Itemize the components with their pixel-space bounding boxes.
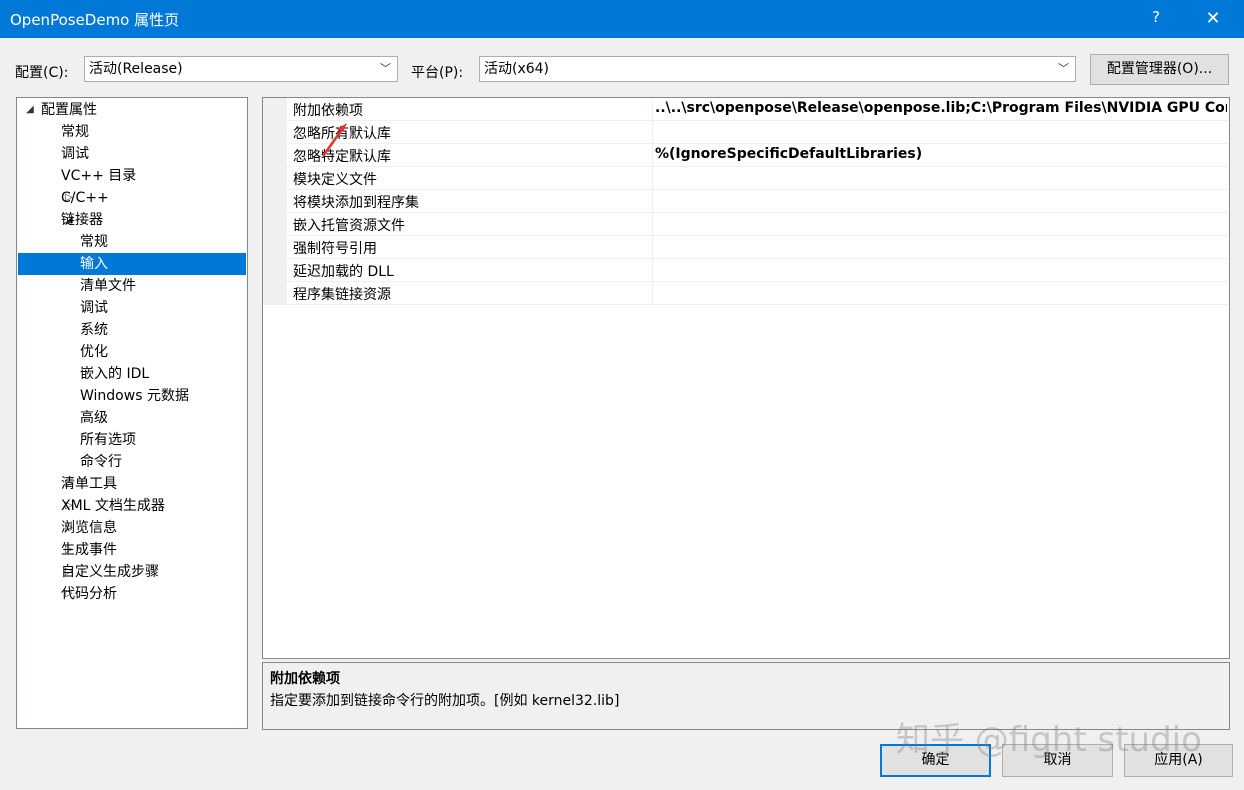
property-name: 将模块添加到程序集 <box>293 195 419 211</box>
grid-gutter <box>263 98 287 305</box>
tree-item[interactable]: 调试 <box>18 297 246 319</box>
tree-item[interactable]: 调试 <box>18 143 246 165</box>
tree-item[interactable]: 高级 <box>18 407 246 429</box>
tree-item[interactable]: 输入 <box>18 253 246 275</box>
platform-dropdown[interactable]: 活动(x64) ﹀ <box>479 56 1076 82</box>
tree-item-label: 代码分析 <box>61 586 117 602</box>
property-name: 程序集链接资源 <box>293 287 391 303</box>
tree-item-label: 生成事件 <box>61 542 117 558</box>
tree-item[interactable]: Windows 元数据 <box>18 385 246 407</box>
chevron-down-icon: ﹀ <box>380 62 391 75</box>
collapse-arrow-icon[interactable]: ◢ <box>24 99 36 121</box>
annotation-arrow-icon <box>321 123 347 157</box>
property-row[interactable]: 模块定义文件 <box>287 167 1229 190</box>
tree-item-label: 输入 <box>80 256 108 272</box>
tree-item-label: 常规 <box>61 124 89 140</box>
property-row[interactable]: 附加依赖项 ..\..\src\openpose\Release\openpose… <box>287 98 1229 121</box>
property-tree[interactable]: ◢ 配置属性 常规 调试 VC++ 目录 ▷ C/C++ ◢ 链接器 常规 输入 清单文件 调试 系统 优化… <box>16 97 248 729</box>
tree-item[interactable]: ▷ 生成事件 <box>18 539 246 561</box>
tree-item-label: Windows 元数据 <box>80 388 189 404</box>
tree-item[interactable]: ▷ 代码分析 <box>18 583 246 605</box>
property-row[interactable]: 忽略所有默认库 <box>287 121 1229 144</box>
property-row[interactable]: 将模块添加到程序集 <box>287 190 1229 213</box>
tree-item-label: 常规 <box>80 234 108 250</box>
tree-item[interactable]: ▷ 自定义生成步骤 <box>18 561 246 583</box>
tree-item-label: 嵌入的 IDL <box>80 366 150 382</box>
property-name: 强制符号引用 <box>293 241 377 257</box>
tree-item-label: VC++ 目录 <box>61 168 137 184</box>
tree-item-label: XML 文档生成器 <box>61 498 165 514</box>
property-value[interactable]: %(IgnoreSpecificDefaultLibraries) <box>655 146 1227 162</box>
tree-item[interactable]: VC++ 目录 <box>18 165 246 187</box>
tree-item-label: 命令行 <box>80 454 122 470</box>
tree-item[interactable]: 清单文件 <box>18 275 246 297</box>
tree-item[interactable]: 命令行 <box>18 451 246 473</box>
close-button[interactable]: ✕ <box>1196 6 1230 32</box>
tree-item[interactable]: 所有选项 <box>18 429 246 451</box>
grid-row-divider <box>287 304 1229 305</box>
property-name: 附加依赖项 <box>293 103 363 119</box>
tree-item-label: 优化 <box>80 344 108 360</box>
tree-item[interactable]: 嵌入的 IDL <box>18 363 246 385</box>
tree-item[interactable]: ▷ 清单工具 <box>18 473 246 495</box>
tree-item[interactable]: 常规 <box>18 121 246 143</box>
property-row[interactable]: 强制符号引用 <box>287 236 1229 259</box>
tree-item-label: 系统 <box>80 322 108 338</box>
property-name: 延迟加载的 DLL <box>293 264 394 280</box>
tree-item[interactable]: ▷ 浏览信息 <box>18 517 246 539</box>
tree-item[interactable]: ◢ 配置属性 <box>18 99 246 121</box>
config-label: 配置(C): <box>15 65 69 81</box>
config-value: 活动(Release) <box>89 61 183 77</box>
tree-item-label: 自定义生成步骤 <box>61 564 159 580</box>
property-row[interactable]: 忽略特定默认库 %(IgnoreSpecificDefaultLibraries) <box>287 144 1229 167</box>
tree-item[interactable]: 优化 <box>18 341 246 363</box>
property-grid[interactable]: 附加依赖项 ..\..\src\openpose\Release\openpose… <box>262 97 1230 659</box>
tree-item[interactable]: ▷ C/C++ <box>18 187 246 209</box>
property-row[interactable]: 程序集链接资源 <box>287 282 1229 305</box>
property-name: 嵌入托管资源文件 <box>293 218 405 234</box>
tree-item[interactable]: 常规 <box>18 231 246 253</box>
property-row[interactable]: 延迟加载的 DLL <box>287 259 1229 282</box>
tree-item-label: 链接器 <box>61 212 103 228</box>
tree-item-label: C/C++ <box>61 190 109 206</box>
property-row[interactable]: 嵌入托管资源文件 <box>287 213 1229 236</box>
config-dropdown[interactable]: 活动(Release) ﹀ <box>84 56 398 82</box>
tree-item[interactable]: 系统 <box>18 319 246 341</box>
tree-item-label: 清单文件 <box>80 278 136 294</box>
window-title: OpenPoseDemo 属性页 <box>10 11 180 29</box>
tree-item-label: 清单工具 <box>61 476 117 492</box>
tree-item-label: 所有选项 <box>80 432 136 448</box>
tree-item-label: 调试 <box>61 146 89 162</box>
platform-label: 平台(P): <box>411 65 464 81</box>
watermark: 知乎 @fight studio <box>896 720 1202 760</box>
help-button[interactable]: ? <box>1146 8 1166 26</box>
property-value[interactable]: ..\..\src\openpose\Release\openpose.lib;… <box>655 100 1227 116</box>
description-title: 附加依赖项 <box>270 671 340 687</box>
tree-item-label: 浏览信息 <box>61 520 117 536</box>
title-bar: OpenPoseDemo 属性页 ? ✕ <box>0 0 1244 38</box>
description-text: 指定要添加到链接命令行的附加项。[例如 kernel32.lib] <box>270 693 620 709</box>
config-manager-button[interactable]: 配置管理器(O)... <box>1090 54 1229 85</box>
tree-item-label: 高级 <box>80 410 108 426</box>
tree-item[interactable]: ▷ XML 文档生成器 <box>18 495 246 517</box>
tree-item-label: 调试 <box>80 300 108 316</box>
tree-item[interactable]: ◢ 链接器 <box>18 209 246 231</box>
tree-item-label: 配置属性 <box>41 102 97 118</box>
platform-value: 活动(x64) <box>484 61 550 77</box>
property-name: 模块定义文件 <box>293 172 377 188</box>
chevron-down-icon: ﹀ <box>1058 62 1069 75</box>
